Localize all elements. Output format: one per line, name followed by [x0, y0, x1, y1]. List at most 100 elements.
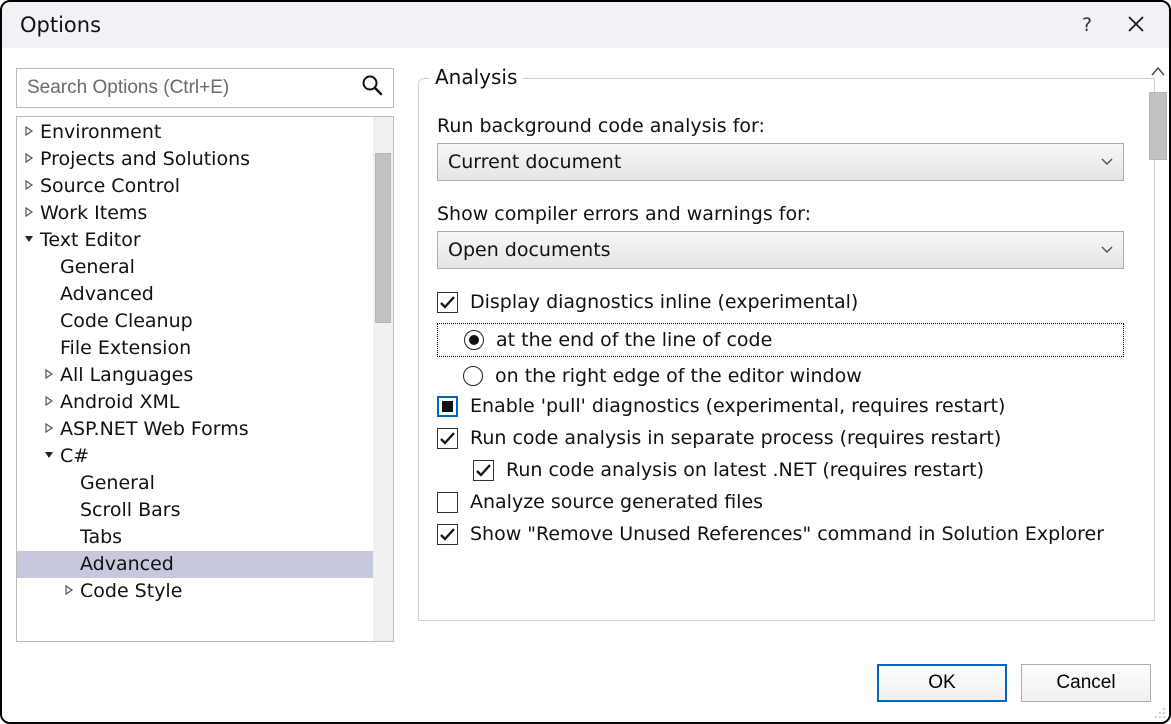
- tree-scrollbar[interactable]: [373, 117, 393, 641]
- tree-item[interactable]: Text Editor: [17, 227, 373, 254]
- latest-net-row[interactable]: Run code analysis on latest .NET (requir…: [473, 459, 1124, 481]
- tree-item[interactable]: Environment: [17, 119, 373, 146]
- expander-icon[interactable]: [21, 200, 37, 227]
- tree-item[interactable]: Advanced: [17, 281, 373, 308]
- group-title: Analysis: [429, 65, 523, 89]
- tree-item[interactable]: Code Cleanup: [17, 308, 373, 335]
- tree-item-label: Source Control: [40, 173, 180, 200]
- ok-button[interactable]: OK: [877, 664, 1007, 702]
- separate-proc-row[interactable]: Run code analysis in separate process (r…: [437, 427, 1124, 449]
- diag-inline-label: Display diagnostics inline (experimental…: [470, 291, 858, 313]
- dialog-body: EnvironmentProjects and SolutionsSource …: [2, 48, 1169, 642]
- tree-item-label: All Languages: [60, 362, 193, 389]
- pull-diag-checkbox[interactable]: [437, 396, 458, 417]
- tree-item[interactable]: Source Control: [17, 173, 373, 200]
- expander-icon[interactable]: [41, 443, 57, 470]
- tree-scrollbar-thumb[interactable]: [375, 153, 391, 323]
- cancel-button[interactable]: Cancel: [1021, 664, 1151, 702]
- close-icon[interactable]: [1107, 13, 1155, 38]
- tree-item-label: Text Editor: [40, 227, 141, 254]
- compiler-select[interactable]: Open documents: [437, 231, 1124, 269]
- remove-unused-row[interactable]: Show "Remove Unused References" command …: [437, 523, 1124, 545]
- tree-item-label: Scroll Bars: [80, 497, 181, 524]
- tree-item-label: Code Cleanup: [60, 308, 193, 335]
- separate-proc-label: Run code analysis in separate process (r…: [470, 427, 1001, 449]
- tree-item-label: Android XML: [60, 389, 180, 416]
- bg-analysis-value: Current document: [448, 151, 621, 173]
- latest-net-label: Run code analysis on latest .NET (requir…: [506, 459, 984, 481]
- resize-grip-icon[interactable]: [1152, 705, 1166, 719]
- tree-item-label: Work Items: [40, 200, 147, 227]
- compiler-label: Show compiler errors and warnings for:: [437, 203, 1124, 225]
- analyze-gen-checkbox[interactable]: [437, 492, 458, 513]
- settings-panel: Analysis Run background code analysis fo…: [418, 68, 1155, 642]
- panel-scroll-up-icon[interactable]: [1151, 64, 1165, 80]
- tree-viewport[interactable]: EnvironmentProjects and SolutionsSource …: [17, 117, 373, 641]
- options-dialog: Options ? EnvironmentProjects and Soluti…: [0, 0, 1171, 724]
- tree-item[interactable]: Code Style: [17, 578, 373, 605]
- category-tree: EnvironmentProjects and SolutionsSource …: [16, 116, 394, 642]
- diag-inline-opt2-radio[interactable]: [463, 366, 483, 386]
- expander-icon[interactable]: [21, 119, 37, 146]
- panel-scrollbar-thumb[interactable]: [1149, 92, 1167, 160]
- analysis-group: Analysis Run background code analysis fo…: [418, 78, 1155, 621]
- expander-icon[interactable]: [21, 146, 37, 173]
- remove-unused-label: Show "Remove Unused References" command …: [470, 523, 1104, 545]
- tree-item[interactable]: General: [17, 470, 373, 497]
- search-icon[interactable]: [361, 74, 387, 102]
- tree-item[interactable]: Advanced: [17, 551, 373, 578]
- help-icon[interactable]: ?: [1067, 14, 1107, 36]
- expander-icon[interactable]: [61, 578, 77, 605]
- bg-analysis-label: Run background code analysis for:: [437, 115, 1124, 137]
- latest-net-checkbox[interactable]: [473, 460, 494, 481]
- chevron-down-icon: [1101, 155, 1113, 169]
- expander-icon[interactable]: [41, 389, 57, 416]
- tree-item[interactable]: Tabs: [17, 524, 373, 551]
- diag-inline-checkbox[interactable]: [437, 292, 458, 313]
- tree-item-label: General: [80, 470, 155, 497]
- dialog-footer: OK Cancel: [2, 644, 1169, 722]
- tree-item-label: Environment: [40, 119, 161, 146]
- pull-diag-row[interactable]: Enable 'pull' diagnostics (experimental,…: [437, 395, 1124, 417]
- tree-item[interactable]: ASP.NET Web Forms: [17, 416, 373, 443]
- tree-item-label: Advanced: [80, 551, 174, 578]
- tree-item-label: C#: [60, 443, 89, 470]
- expander-icon[interactable]: [41, 416, 57, 443]
- tree-item-label: ASP.NET Web Forms: [60, 416, 249, 443]
- analyze-gen-row[interactable]: Analyze source generated files: [437, 491, 1124, 513]
- left-panel: EnvironmentProjects and SolutionsSource …: [16, 68, 394, 642]
- chevron-down-icon: [1101, 243, 1113, 257]
- search-box[interactable]: [16, 68, 394, 108]
- tree-item-label: Projects and Solutions: [40, 146, 250, 173]
- tree-item[interactable]: Android XML: [17, 389, 373, 416]
- diag-inline-row[interactable]: Display diagnostics inline (experimental…: [437, 291, 1124, 313]
- tree-item[interactable]: All Languages: [17, 362, 373, 389]
- tree-item[interactable]: Scroll Bars: [17, 497, 373, 524]
- tree-item-label: Code Style: [80, 578, 182, 605]
- diag-inline-opt1-row[interactable]: at the end of the line of code: [437, 323, 1124, 357]
- tree-item-label: General: [60, 254, 135, 281]
- tree-item-label: Tabs: [80, 524, 122, 551]
- tree-item-label: Advanced: [60, 281, 154, 308]
- remove-unused-checkbox[interactable]: [437, 524, 458, 545]
- title-bar: Options ?: [2, 2, 1169, 48]
- settings-content: Run background code analysis for: Curren…: [437, 115, 1124, 614]
- search-input[interactable]: [25, 76, 361, 100]
- tree-item[interactable]: General: [17, 254, 373, 281]
- expander-icon[interactable]: [21, 173, 37, 200]
- expander-icon[interactable]: [41, 362, 57, 389]
- tree-item[interactable]: C#: [17, 443, 373, 470]
- window-title: Options: [20, 13, 1067, 37]
- pull-diag-label: Enable 'pull' diagnostics (experimental,…: [470, 395, 1005, 417]
- tree-item[interactable]: Work Items: [17, 200, 373, 227]
- tree-item-label: File Extension: [60, 335, 191, 362]
- tree-item[interactable]: File Extension: [17, 335, 373, 362]
- expander-icon[interactable]: [21, 227, 37, 254]
- diag-inline-opt1-radio[interactable]: [464, 330, 484, 350]
- diag-inline-opt2-row[interactable]: on the right edge of the editor window: [437, 365, 1124, 387]
- separate-proc-checkbox[interactable]: [437, 428, 458, 449]
- diag-inline-opt1-label: at the end of the line of code: [496, 329, 772, 351]
- analyze-gen-label: Analyze source generated files: [470, 491, 763, 513]
- tree-item[interactable]: Projects and Solutions: [17, 146, 373, 173]
- bg-analysis-select[interactable]: Current document: [437, 143, 1124, 181]
